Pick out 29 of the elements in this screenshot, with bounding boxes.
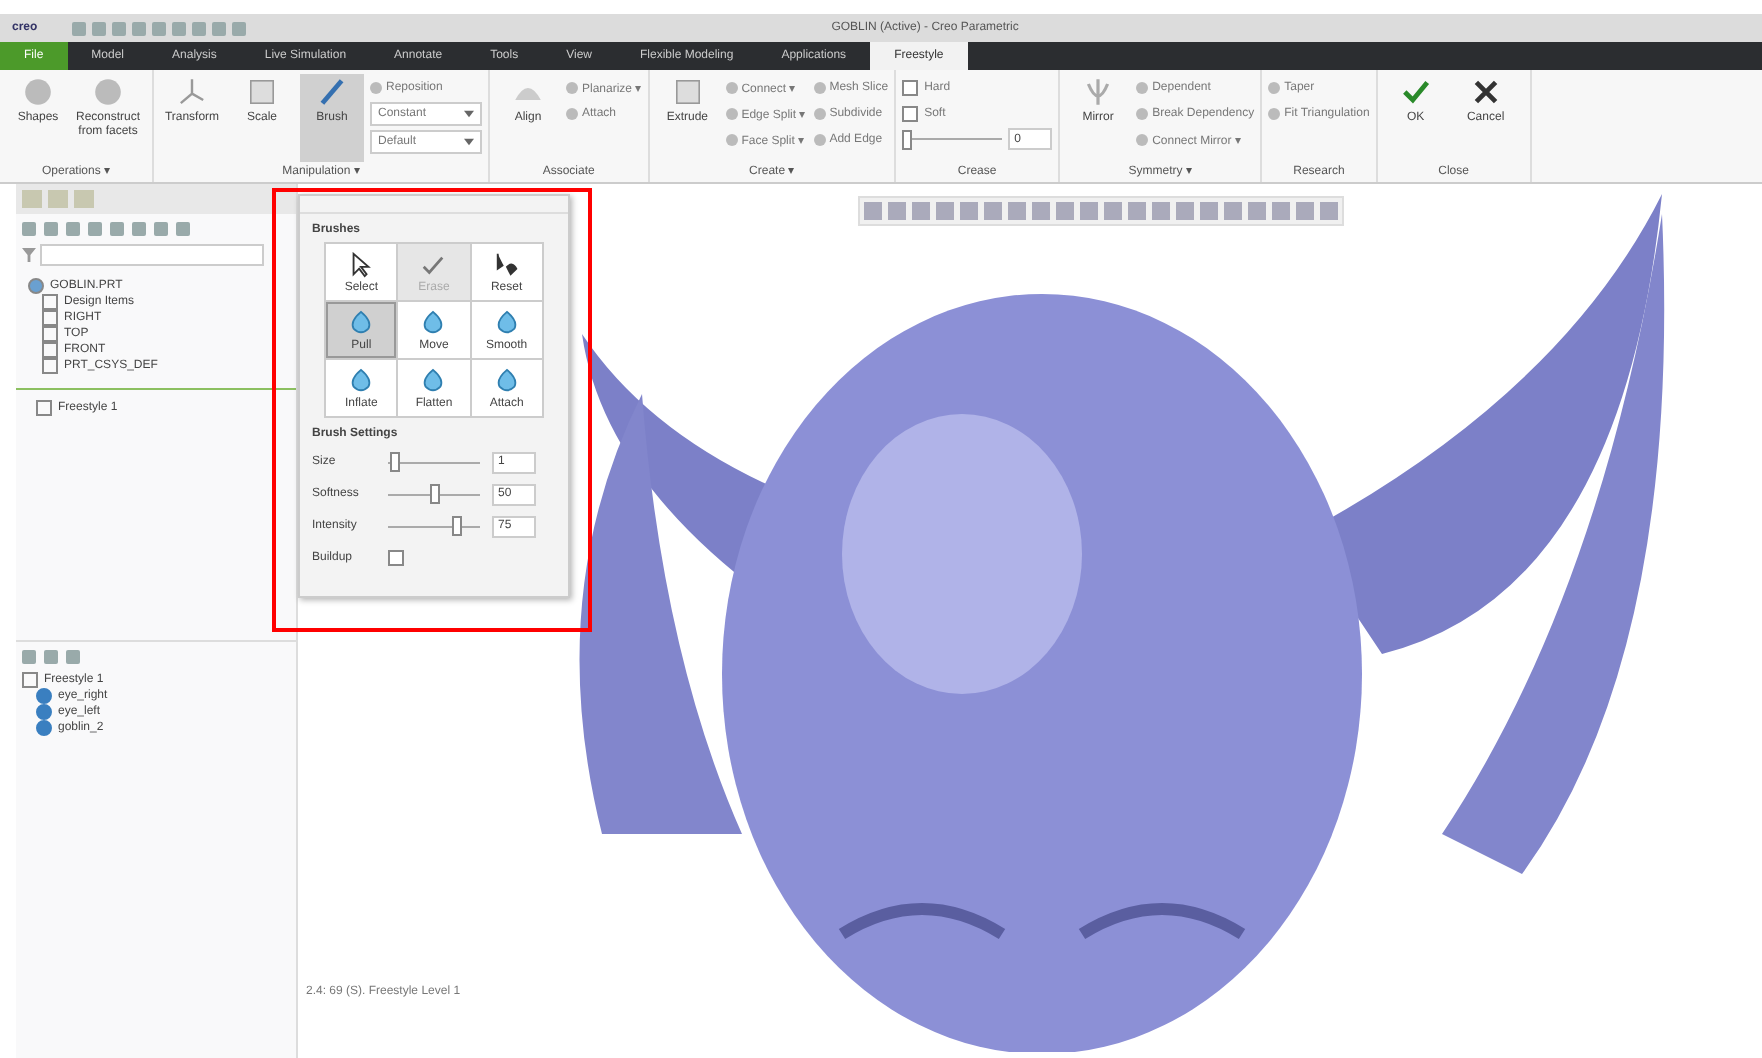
filter-icon[interactable] xyxy=(22,248,36,262)
tool-icon xyxy=(246,76,278,108)
tool-icon xyxy=(92,76,124,108)
droplet-icon xyxy=(348,367,375,393)
tool-icon xyxy=(671,76,704,108)
checkbox[interactable] xyxy=(902,79,919,95)
tool-icon xyxy=(316,76,348,108)
slider-thumb[interactable] xyxy=(451,516,462,536)
droplet-icon xyxy=(493,367,520,393)
checkmark-icon xyxy=(420,251,447,277)
close-icon xyxy=(1469,76,1502,108)
slider-thumb[interactable] xyxy=(389,452,400,472)
droplet-icon xyxy=(348,309,375,335)
cursor-icon xyxy=(493,251,520,277)
filter-field[interactable] xyxy=(40,244,264,266)
caret-icon xyxy=(464,138,474,146)
pointer-icon xyxy=(348,251,375,277)
checkmark-icon xyxy=(1399,76,1432,108)
slider-thumb[interactable] xyxy=(902,129,913,149)
droplet-icon xyxy=(493,309,520,335)
checkbox[interactable] xyxy=(388,550,404,566)
droplet-icon xyxy=(420,309,447,335)
droplet-icon xyxy=(420,367,447,393)
tool-icon xyxy=(1082,76,1115,108)
slider-thumb[interactable] xyxy=(429,484,439,504)
tool-icon xyxy=(176,76,208,108)
tool-icon xyxy=(22,76,54,108)
caret-icon xyxy=(464,110,474,118)
checkbox[interactable] xyxy=(902,105,919,121)
